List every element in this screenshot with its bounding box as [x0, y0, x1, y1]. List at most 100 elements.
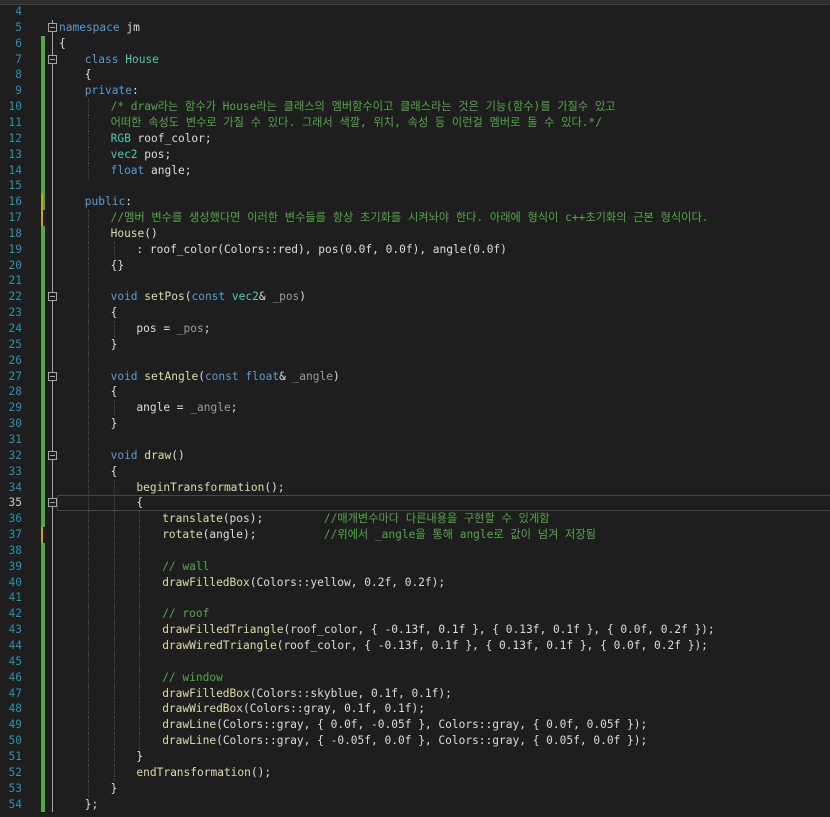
code-text[interactable]: drawFilledTriangle(roof_color, { -0.13f,…	[162, 622, 714, 638]
code-text[interactable]: //멤버 변수를 생성했다면 이러한 변수들를 항상 초기화를 시켜놔야 한다.…	[111, 210, 709, 226]
code-line[interactable]: 13 vec2 pos;	[0, 146, 830, 163]
code-text[interactable]: beginTransformation();	[136, 480, 284, 496]
code-line[interactable]: 10 /* draw라는 함수가 House라는 클래스의 멤버함수이고 클래스라…	[0, 99, 830, 116]
code-text[interactable]: pos = _pos;	[136, 321, 210, 337]
code-text[interactable]: class House	[85, 52, 159, 68]
code-line[interactable]: 51}	[0, 748, 830, 765]
collapse-icon[interactable]	[48, 54, 57, 64]
code-text[interactable]: float angle;	[111, 163, 192, 179]
code-line[interactable]: 52 endTransformation();	[0, 764, 830, 781]
code-line[interactable]: 48 drawWiredBox(Colors::gray, 0.1f, 0.1f)…	[0, 701, 830, 718]
code-text[interactable]: }	[111, 337, 118, 353]
code-line[interactable]: 8{	[0, 67, 830, 83]
code-text[interactable]: endTransformation();	[136, 765, 271, 781]
code-text[interactable]: void draw()	[111, 448, 185, 464]
code-text[interactable]: void setAngle(const float& _angle)	[111, 369, 340, 385]
code-line[interactable]: 45	[0, 653, 830, 670]
code-text[interactable]: translate(pos); //매개변수마다 다른내용을 구현할 수 있게함	[162, 511, 549, 527]
code-line[interactable]: 53}	[0, 780, 830, 797]
code-text[interactable]: {	[85, 67, 92, 83]
collapse-icon[interactable]	[48, 292, 57, 302]
code-line[interactable]: 11 어떠한 속성도 변수로 가질 수 있다. 그래서 색깔, 위치, 속성 등 …	[0, 114, 830, 131]
code-text[interactable]: drawWiredBox(Colors::gray, 0.1f, 0.1f);	[162, 701, 425, 717]
code-text[interactable]: // wall	[162, 559, 209, 575]
code-text[interactable]: : roof_color(Colors::red), pos(0.0f, 0.0…	[136, 242, 507, 258]
code-text[interactable]: House()	[111, 226, 158, 242]
code-text[interactable]: angle = _angle;	[136, 400, 237, 416]
code-line[interactable]: 40 drawFilledBox(Colors::yellow, 0.2f, 0.…	[0, 574, 830, 591]
code-text[interactable]: drawLine(Colors::gray, { 0.0f, -0.05f },…	[162, 717, 647, 733]
code-line[interactable]: 4	[0, 4, 830, 20]
code-line[interactable]: 34 beginTransformation();	[0, 479, 830, 496]
code-text[interactable]: 어떠한 속성도 변수로 가질 수 있다. 그래서 색깔, 위치, 속성 등 이런…	[111, 115, 602, 131]
code-line[interactable]: 25}	[0, 336, 830, 353]
code-line[interactable]: 47 drawFilledBox(Colors::skyblue, 0.1f, 0…	[0, 685, 830, 702]
code-line[interactable]: 17 //멤버 변수를 생성했다면 이러한 변수들를 항상 초기화를 시켜놔야 한…	[0, 210, 830, 227]
code-line[interactable]: 42 // roof	[0, 606, 830, 623]
code-line[interactable]: 16 public:	[0, 194, 830, 210]
code-text[interactable]: /* draw라는 함수가 House라는 클래스의 멤버함수이고 클래스라는 …	[111, 99, 616, 115]
code-text[interactable]: {	[136, 495, 143, 511]
code-line[interactable]: 5 namespace jm	[0, 20, 830, 36]
code-line[interactable]: 32 void draw()	[0, 447, 830, 464]
code-line[interactable]: 44 drawWiredTriangle(roof_color, { -0.13f…	[0, 638, 830, 654]
code-line[interactable]: 20 {}	[0, 257, 830, 274]
code-text[interactable]: // roof	[162, 606, 209, 622]
code-text[interactable]: };	[85, 797, 98, 813]
code-line[interactable]: 21	[0, 273, 830, 290]
code-text[interactable]: {	[59, 36, 66, 52]
code-line[interactable]: 33 {	[0, 463, 830, 480]
code-line[interactable]: 23 {	[0, 305, 830, 322]
code-text[interactable]: }	[111, 781, 118, 797]
code-text[interactable]: private:	[85, 83, 139, 99]
code-line[interactable]: 35 {	[0, 495, 830, 512]
code-text[interactable]: }	[111, 416, 118, 432]
code-line[interactable]: 54};	[0, 797, 830, 813]
code-line[interactable]: 30}	[0, 416, 830, 433]
collapse-icon[interactable]	[48, 22, 57, 32]
code-line[interactable]: 7 class House	[0, 52, 830, 68]
collapse-icon[interactable]	[48, 371, 57, 381]
collapse-icon[interactable]	[48, 450, 57, 460]
code-line[interactable]: 19: roof_color(Colors::red), pos(0.0f, 0…	[0, 241, 830, 258]
code-text[interactable]: RGB roof_color;	[111, 131, 212, 147]
code-text[interactable]: {	[111, 464, 118, 480]
code-text[interactable]: vec2 pos;	[111, 147, 172, 163]
code-text[interactable]: drawFilledBox(Colors::yellow, 0.2f, 0.2f…	[162, 575, 445, 591]
code-line[interactable]: 39 // wall	[0, 558, 830, 575]
code-line[interactable]: 46 // window	[0, 669, 830, 686]
code-text[interactable]: drawLine(Colors::gray, { -0.05f, 0.0f },…	[162, 733, 647, 749]
code-text[interactable]: }	[136, 749, 143, 765]
code-line[interactable]: 9 private:	[0, 83, 830, 99]
code-line[interactable]: 41	[0, 590, 830, 607]
code-line[interactable]: 27 void setAngle(const float& _angle)	[0, 368, 830, 385]
code-line[interactable]: 31	[0, 431, 830, 448]
code-line[interactable]: 37 rotate(angle); //위에서 _angle을 통해 angle로…	[0, 527, 830, 544]
code-line[interactable]: 28 {	[0, 384, 830, 401]
code-text[interactable]: drawFilledBox(Colors::skyblue, 0.1f, 0.1…	[162, 686, 452, 702]
code-text[interactable]: {}	[111, 258, 124, 274]
code-line[interactable]: 38	[0, 542, 830, 559]
code-line[interactable]: 36 translate(pos); //매개변수마다 다른내용을 구현할 수 있…	[0, 511, 830, 528]
collapse-icon[interactable]	[48, 498, 57, 508]
code-line[interactable]: 24 pos = _pos;	[0, 321, 830, 337]
code-text[interactable]: namespace jm	[59, 20, 140, 36]
code-line[interactable]: 26	[0, 352, 830, 369]
code-text[interactable]: void setPos(const vec2& _pos)	[111, 289, 306, 305]
code-line[interactable]: 12 RGB roof_color;	[0, 130, 830, 147]
code-text[interactable]: public:	[85, 194, 132, 210]
code-editor[interactable]: 4 5 namespace jm 6{7 class House 8{9 private: 1…	[0, 0, 830, 817]
code-line[interactable]: 49 drawLine(Colors::gray, { 0.0f, -0.05f …	[0, 717, 830, 734]
code-line[interactable]: 29 angle = _angle;	[0, 400, 830, 417]
code-line[interactable]: 14 float angle;	[0, 162, 830, 179]
code-text[interactable]: {	[111, 305, 118, 321]
code-line[interactable]: 18 House()	[0, 225, 830, 242]
code-line[interactable]: 6{	[0, 36, 830, 52]
code-text[interactable]: drawWiredTriangle(roof_color, { -0.13f, …	[162, 638, 708, 654]
code-text[interactable]: {	[111, 384, 118, 400]
code-line[interactable]: 50 drawLine(Colors::gray, { -0.05f, 0.0f …	[0, 733, 830, 750]
code-line[interactable]: 22 void setPos(const vec2& _pos)	[0, 289, 830, 306]
code-text[interactable]: rotate(angle); //위에서 _angle을 통해 angle로 값…	[162, 527, 596, 543]
code-line[interactable]: 43 drawFilledTriangle(roof_color, { -0.13…	[0, 622, 830, 639]
code-line[interactable]: 15	[0, 178, 830, 194]
